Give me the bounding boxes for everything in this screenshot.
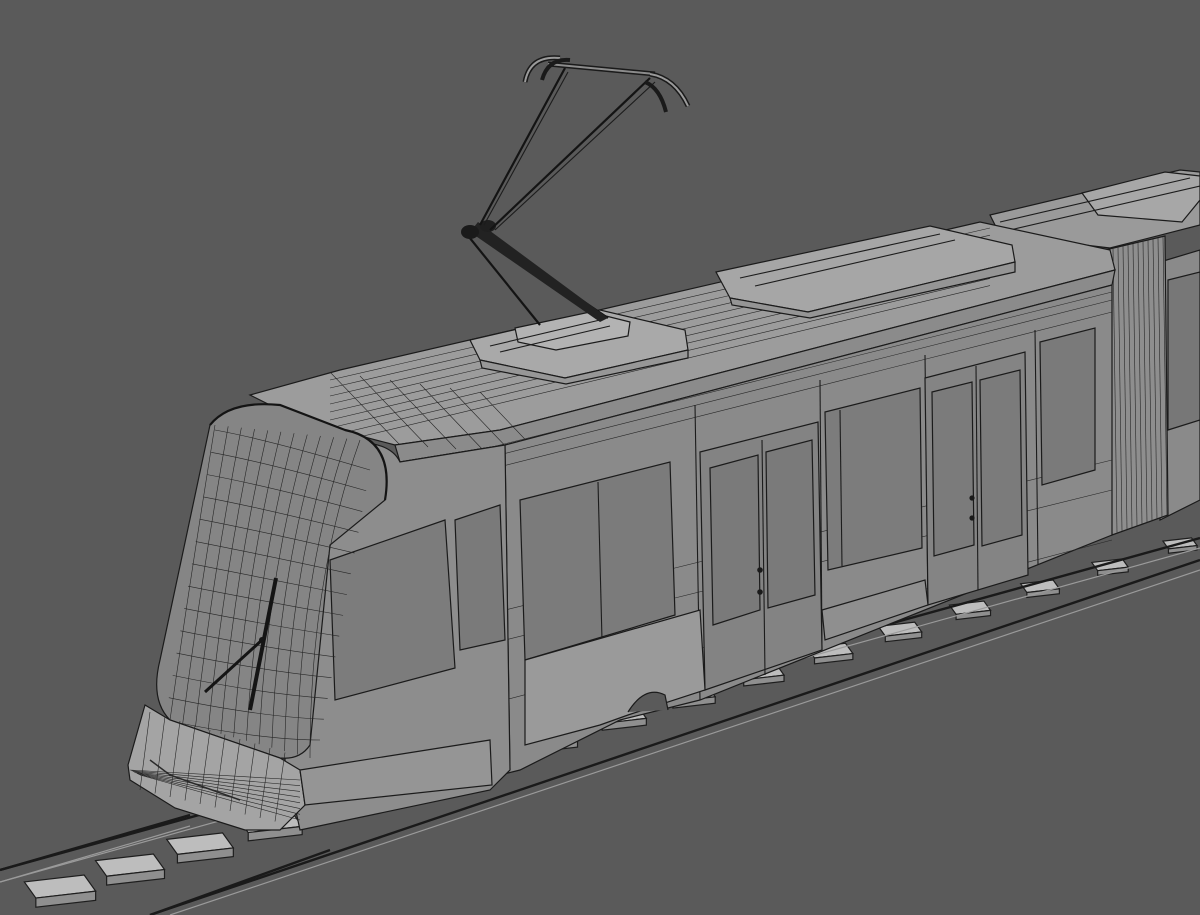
render-viewport (0, 0, 1200, 915)
door-front (699, 421, 823, 691)
door-rear (924, 351, 1029, 606)
track-sleeper (23, 874, 97, 908)
tram-wireframe-render (0, 55, 1200, 915)
track-sleeper (94, 853, 166, 886)
rail-line (0, 813, 191, 872)
tram-cab-nose (127, 403, 511, 831)
track-sleeper (165, 832, 235, 864)
pantograph (461, 55, 691, 326)
track-sleeper (948, 600, 992, 621)
articulation-bellows (1104, 235, 1169, 536)
